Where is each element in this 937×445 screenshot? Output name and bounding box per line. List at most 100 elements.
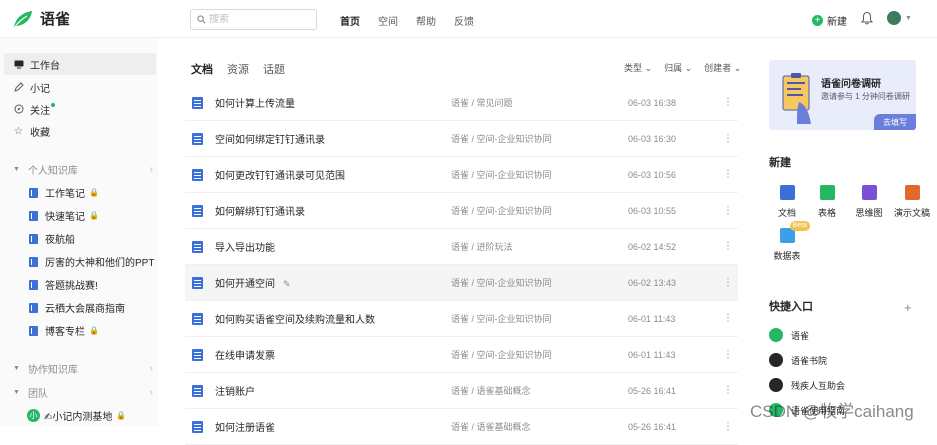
right-panel: 语雀问卷调研 邀请参与 1 分钟问卷调研 去填写 新建 文档 表格 思维图 演示… bbox=[758, 38, 937, 426]
book-item[interactable]: 博客专栏 🔒 bbox=[29, 323, 99, 338]
doc-path[interactable]: 语雀 / 语雀基础概念 bbox=[451, 384, 531, 397]
doc-path[interactable]: 语雀 / 空间-企业知识协同 bbox=[451, 132, 552, 145]
book-label: 快速笔记 bbox=[45, 212, 85, 223]
more-icon[interactable]: ⋮ bbox=[723, 169, 733, 180]
chevron-right-icon[interactable]: › bbox=[150, 387, 153, 398]
personal-library-group[interactable]: ▼ 个人知识库 › bbox=[13, 162, 153, 177]
team-item[interactable]: 小 ✍小记内测基地 🔒 bbox=[27, 408, 126, 423]
doc-row[interactable]: 空间如何绑定钉钉通讯录 语雀 / 空间-企业知识协同 06-03 16:30 ⋮ bbox=[185, 121, 738, 157]
book-item[interactable]: 答题挑战赛! bbox=[29, 277, 98, 292]
more-icon[interactable]: ⋮ bbox=[723, 205, 733, 216]
nav-space[interactable]: 空间 bbox=[378, 13, 398, 28]
doc-title[interactable]: 如何开通空间 ✎ bbox=[215, 275, 291, 290]
doc-title[interactable]: 空间如何绑定钉钉通讯录 bbox=[215, 131, 325, 146]
banner-subtitle: 邀请参与 1 分钟问卷调研 bbox=[821, 92, 910, 101]
doc-path[interactable]: 语雀 / 空间-企业知识协同 bbox=[451, 312, 552, 325]
book-icon bbox=[29, 187, 38, 198]
more-icon[interactable]: ⋮ bbox=[723, 421, 733, 432]
chevron-right-icon[interactable]: › bbox=[150, 164, 153, 175]
new-sheet-button[interactable]: 表格 bbox=[807, 185, 847, 219]
bell-icon[interactable] bbox=[861, 11, 873, 25]
logo[interactable]: 语雀 bbox=[12, 8, 70, 29]
doc-row[interactable]: 如何购买语雀空间及续购流量和人数 语雀 / 空间-企业知识协同 06-01 11:4… bbox=[185, 301, 738, 337]
book-item[interactable]: 快速笔记 🔒 bbox=[29, 208, 99, 223]
doc-title[interactable]: 如何计算上传流量 bbox=[215, 95, 295, 110]
tab-resources[interactable]: 资源 bbox=[227, 61, 249, 77]
doc-title[interactable]: 导入导出功能 bbox=[215, 239, 275, 254]
doc-title-text: 导入导出功能 bbox=[215, 243, 275, 254]
doc-time: 06-01 11:43 bbox=[628, 349, 676, 360]
edit-icon[interactable]: ✎ bbox=[283, 279, 291, 289]
book-item[interactable]: 工作笔记 🔒 bbox=[29, 185, 99, 200]
team-group[interactable]: ▼ 团队 › bbox=[13, 385, 153, 400]
doc-row[interactable]: 如何解绑钉钉通讯录 语雀 / 空间-企业知识协同 06-03 10:55 ⋮ bbox=[185, 193, 738, 229]
doc-path[interactable]: 语雀 / 常见问题 bbox=[451, 96, 513, 109]
new-button[interactable]: + 新建 bbox=[812, 13, 847, 28]
new-datatable-button[interactable]: Beta 数据表 bbox=[767, 221, 810, 262]
tab-docs[interactable]: 文档 bbox=[191, 61, 213, 77]
tab-topics[interactable]: 话题 bbox=[263, 61, 285, 77]
nav-home[interactable]: 首页 bbox=[340, 13, 360, 28]
doc-icon bbox=[192, 420, 203, 433]
search-box[interactable] bbox=[190, 9, 317, 30]
new-item-label: 演示文稿 bbox=[893, 208, 930, 218]
doc-path[interactable]: 语雀 / 语雀基础概念 bbox=[451, 420, 531, 433]
more-icon[interactable]: ⋮ bbox=[723, 241, 733, 252]
new-mindmap-button[interactable]: 思维图 bbox=[849, 185, 889, 219]
collab-library-group[interactable]: ▼ 协作知识库 › bbox=[13, 361, 153, 376]
search-input[interactable] bbox=[209, 14, 309, 25]
add-shortcut-button[interactable]: + bbox=[904, 300, 912, 315]
quick-item[interactable]: 语雀书院 bbox=[769, 353, 827, 367]
doc-title[interactable]: 如何更改钉钉通讯录可见范围 bbox=[215, 167, 345, 182]
more-icon[interactable]: ⋮ bbox=[723, 97, 733, 108]
doc-row[interactable]: 如何计算上传流量 语雀 / 常见问题 06-03 16:38 ⋮ bbox=[185, 85, 738, 121]
doc-row[interactable]: 如何注册语雀 语雀 / 语雀基础概念 05-26 16:41 ⋮ bbox=[185, 409, 738, 445]
book-item[interactable]: 云栖大会展商指南 bbox=[29, 300, 125, 315]
pen-icon bbox=[13, 82, 24, 93]
sidebar-item-follow[interactable]: 关注 bbox=[4, 98, 156, 120]
user-menu[interactable]: ▼ bbox=[887, 11, 912, 25]
sidebar-item-notes[interactable]: 小记 bbox=[4, 76, 156, 98]
more-icon[interactable]: ⋮ bbox=[723, 349, 733, 360]
doc-title[interactable]: 如何注册语雀 bbox=[215, 419, 275, 434]
quick-item[interactable]: 语雀 bbox=[769, 328, 809, 342]
sidebar-item-workbench[interactable]: 工作台 bbox=[4, 53, 156, 75]
quick-item-label: 残疾人互助会 bbox=[791, 380, 846, 391]
doc-row[interactable]: 注销账户 语雀 / 语雀基础概念 05-26 16:41 ⋮ bbox=[185, 373, 738, 409]
doc-row[interactable]: 如何开通空间 ✎ 语雀 / 空间-企业知识协同 06-02 13:43 ⋮ bbox=[185, 265, 738, 301]
quick-item[interactable]: 残疾人互助会 bbox=[769, 378, 845, 392]
doc-path[interactable]: 语雀 / 进阶玩法 bbox=[451, 240, 513, 253]
doc-row[interactable]: 如何更改钉钉通讯录可见范围 语雀 / 空间-企业知识协同 06-03 10:56 ⋮ bbox=[185, 157, 738, 193]
doc-row[interactable]: 在线申请发票 语雀 / 空间-企业知识协同 06-01 11:43 ⋮ bbox=[185, 337, 738, 373]
book-item[interactable]: 厉害的大神和他们的PPT bbox=[29, 254, 154, 269]
new-slides-button[interactable]: 演示文稿 bbox=[889, 185, 935, 219]
doc-path[interactable]: 语雀 / 空间-企业知识协同 bbox=[451, 348, 552, 361]
doc-title[interactable]: 如何购买语雀空间及续购流量和人数 bbox=[215, 311, 375, 326]
filter-creator[interactable]: 创建者 ⌄ bbox=[704, 61, 741, 74]
new-item-label: 思维图 bbox=[855, 208, 883, 218]
doc-row[interactable]: 导入导出功能 语雀 / 进阶玩法 06-02 14:52 ⋮ bbox=[185, 229, 738, 265]
more-icon[interactable]: ⋮ bbox=[723, 385, 733, 396]
more-icon[interactable]: ⋮ bbox=[723, 313, 733, 324]
book-item[interactable]: 夜航船 bbox=[29, 231, 75, 246]
doc-path[interactable]: 语雀 / 空间-企业知识协同 bbox=[451, 204, 552, 217]
doc-title-text: 如何购买语雀空间及续购流量和人数 bbox=[215, 315, 375, 326]
survey-banner[interactable]: 语雀问卷调研 邀请参与 1 分钟问卷调研 去填写 bbox=[769, 60, 916, 130]
filter-type[interactable]: 类型 ⌄ bbox=[624, 61, 652, 74]
doc-title[interactable]: 注销账户 bbox=[215, 383, 255, 398]
doc-time: 06-02 13:43 bbox=[628, 277, 677, 288]
nav-feedback[interactable]: 反馈 bbox=[454, 13, 474, 28]
new-doc-button[interactable]: 文档 bbox=[767, 185, 807, 219]
nav-help[interactable]: 帮助 bbox=[416, 13, 436, 28]
doc-path[interactable]: 语雀 / 空间-企业知识协同 bbox=[451, 276, 552, 289]
more-icon[interactable]: ⋮ bbox=[723, 277, 733, 288]
doc-path[interactable]: 语雀 / 空间-企业知识协同 bbox=[451, 168, 552, 181]
doc-title[interactable]: 在线申请发票 bbox=[215, 347, 275, 362]
more-icon[interactable]: ⋮ bbox=[723, 133, 733, 144]
chevron-right-icon[interactable]: › bbox=[150, 363, 153, 374]
doc-title-text: 如何更改钉钉通讯录可见范围 bbox=[215, 171, 345, 182]
filter-owner[interactable]: 归属 ⌄ bbox=[664, 61, 692, 74]
fill-survey-button[interactable]: 去填写 bbox=[874, 114, 916, 130]
doc-title[interactable]: 如何解绑钉钉通讯录 bbox=[215, 203, 305, 218]
sidebar-item-favorites[interactable]: ☆ 收藏 bbox=[4, 120, 156, 142]
